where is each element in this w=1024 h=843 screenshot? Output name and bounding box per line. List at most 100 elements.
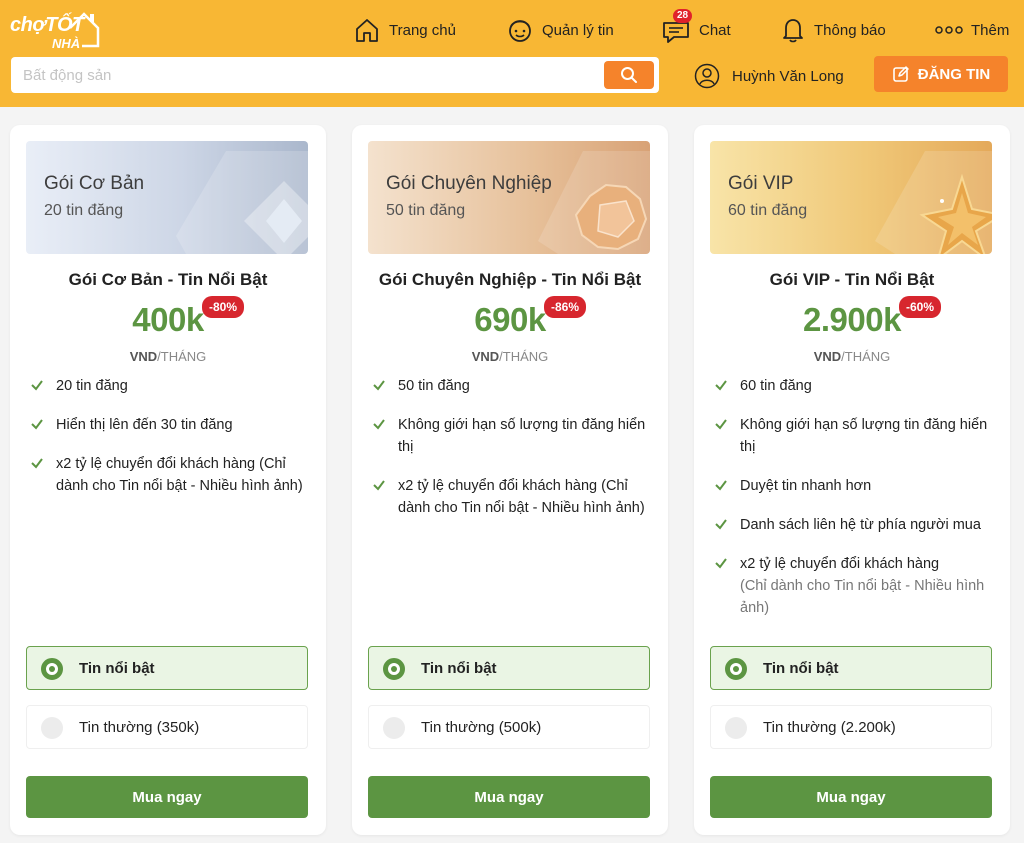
banner-subtitle: 20 tin đăng xyxy=(44,202,124,219)
buy-now-button[interactable]: Mua ngay xyxy=(710,776,992,818)
price-row: 2.900k xyxy=(694,301,1010,339)
option-normal[interactable]: Tin thường (350k) xyxy=(26,705,308,749)
plan-banner: Gói VIP 60 tin đăng xyxy=(710,141,992,254)
feature-text: Danh sách liên hệ từ phía người mua xyxy=(740,517,981,533)
search-button[interactable] xyxy=(604,61,654,89)
plan-price: 400k xyxy=(132,301,204,338)
feature-text: x2 tỷ lệ chuyển đổi khách hàng (Chỉ dành… xyxy=(398,478,645,516)
period: /THÁNG xyxy=(499,349,549,364)
option-label: Tin thường (2.200k) xyxy=(763,719,896,736)
plan-banner: Gói Cơ Bản 20 tin đăng xyxy=(26,141,308,254)
discount-badge: -86% xyxy=(544,296,587,318)
bell-icon xyxy=(783,19,803,43)
edit-icon xyxy=(892,66,909,82)
check-icon xyxy=(715,480,727,491)
feature-item: x2 tỷ lệ chuyển đổi khách hàng (Chỉ dành … xyxy=(714,553,998,619)
top-header: chợTỐT NHÀ Trang chủ Quản lý tin 28 Chat… xyxy=(0,0,1024,107)
check-icon xyxy=(373,380,385,391)
plan-title: Gói Chuyên Nghiệp - Tin Nổi Bật xyxy=(378,270,642,289)
currency: VND xyxy=(129,349,158,364)
check-icon xyxy=(373,480,385,491)
feature-text: x2 tỷ lệ chuyển đổi khách hàng (Chỉ dành… xyxy=(56,456,303,494)
plan-banner: Gói Chuyên Nghiệp 50 tin đăng xyxy=(368,141,650,254)
feature-list: 50 tin đăng Không giới hạn số lượng tin … xyxy=(372,375,656,536)
option-label: Tin nổi bật xyxy=(79,660,155,677)
home-icon xyxy=(356,19,378,42)
feature-text: Hiển thị lên đến 30 tin đăng xyxy=(56,417,233,433)
nav-more[interactable]: Thêm xyxy=(935,14,1009,46)
manage-icon xyxy=(509,20,531,42)
option-featured[interactable]: Tin nổi bật xyxy=(26,646,308,690)
plan-price: 690k xyxy=(474,301,546,338)
option-label: Tin nổi bật xyxy=(763,660,839,677)
plan-price: 2.900k xyxy=(803,301,901,338)
feature-item: Danh sách liên hệ từ phía người mua xyxy=(714,514,998,536)
post-listing-button[interactable]: ĐĂNG TIN xyxy=(874,56,1008,92)
option-label: Tin nổi bật xyxy=(421,660,497,677)
radio-unselected-icon xyxy=(41,717,63,739)
option-normal[interactable]: Tin thường (2.200k) xyxy=(710,705,992,749)
buy-now-button[interactable]: Mua ngay xyxy=(368,776,650,818)
discount-badge: -80% xyxy=(202,296,245,318)
nav-more-label: Thêm xyxy=(971,21,1010,39)
buy-now-button[interactable]: Mua ngay xyxy=(26,776,308,818)
banner-subtitle: 50 tin đăng xyxy=(386,202,466,219)
price-unit: VND/THÁNG xyxy=(10,349,326,364)
feature-item: x2 tỷ lệ chuyển đổi khách hàng (Chỉ dành… xyxy=(372,475,656,519)
nav-home[interactable]: Trang chủ xyxy=(353,14,456,46)
check-icon xyxy=(715,558,727,569)
option-label: Tin thường (500k) xyxy=(421,719,542,736)
nav-chat[interactable]: 28 Chat xyxy=(661,9,731,46)
chotot-nha-logo[interactable]: chợTỐT NHÀ xyxy=(10,8,102,52)
period: /THÁNG xyxy=(157,349,207,364)
currency: VND xyxy=(813,349,842,364)
feature-text: Duyệt tin nhanh hơn xyxy=(740,478,872,494)
check-icon xyxy=(31,380,43,391)
feature-text: 20 tin đăng xyxy=(56,378,128,394)
feature-text: 50 tin đăng xyxy=(398,378,470,394)
user-avatar-icon xyxy=(694,63,720,89)
banner-title: Gói Cơ Bản xyxy=(44,173,145,194)
option-featured[interactable]: Tin nổi bật xyxy=(710,646,992,690)
check-icon xyxy=(31,458,43,469)
more-icon xyxy=(935,26,963,34)
nav-notifications-label: Thông báo xyxy=(814,21,886,39)
option-featured[interactable]: Tin nổi bật xyxy=(368,646,650,690)
feature-subtext: (Chỉ dành cho Tin nổi bật - Nhiều hình ả… xyxy=(740,578,985,616)
search-icon xyxy=(621,67,637,83)
house-outline-icon xyxy=(69,12,100,48)
check-icon xyxy=(715,519,727,530)
gem-graphic xyxy=(538,151,650,254)
feature-list: 20 tin đăng Hiển thị lên đến 30 tin đăng… xyxy=(30,375,314,514)
nav-notifications[interactable]: Thông báo xyxy=(780,14,886,46)
radio-unselected-icon xyxy=(383,717,405,739)
feature-item: Không giới hạn số lượng tin đăng hiển th… xyxy=(372,414,656,458)
user-account[interactable]: Huỳnh Văn Long xyxy=(694,62,844,90)
check-icon xyxy=(715,380,727,391)
feature-text: Không giới hạn số lượng tin đăng hiển th… xyxy=(398,417,646,455)
nav-manage-posts[interactable]: Quản lý tin xyxy=(506,14,614,46)
star-graphic xyxy=(875,151,992,254)
nav-home-label: Trang chủ xyxy=(389,21,456,39)
feature-item: Không giới hạn số lượng tin đăng hiển th… xyxy=(714,414,998,458)
period: /THÁNG xyxy=(841,349,891,364)
option-normal[interactable]: Tin thường (500k) xyxy=(368,705,650,749)
radio-selected-icon xyxy=(725,658,747,680)
radio-selected-icon xyxy=(383,658,405,680)
banner-subtitle: 60 tin đăng xyxy=(728,202,808,219)
search-input[interactable] xyxy=(23,64,603,86)
feature-item: Duyệt tin nhanh hơn xyxy=(714,475,998,497)
feature-item: 20 tin đăng xyxy=(30,375,314,397)
feature-item: 60 tin đăng xyxy=(714,375,998,397)
price-unit: VND/THÁNG xyxy=(352,349,668,364)
feature-text: x2 tỷ lệ chuyển đổi khách hàng xyxy=(740,556,940,572)
diamond-graphic xyxy=(176,151,308,254)
chat-badge: 28 xyxy=(673,9,693,23)
nav-manage-label: Quản lý tin xyxy=(542,21,614,39)
post-listing-label: ĐĂNG TIN xyxy=(917,65,991,83)
feature-item: Hiển thị lên đến 30 tin đăng xyxy=(30,414,314,436)
check-icon xyxy=(715,419,727,430)
plan-card-professional: Gói Chuyên Nghiệp 50 tin đăng Gói Chuyên… xyxy=(352,125,668,835)
feature-text: Không giới hạn số lượng tin đăng hiển th… xyxy=(740,417,988,455)
radio-selected-icon xyxy=(41,658,63,680)
